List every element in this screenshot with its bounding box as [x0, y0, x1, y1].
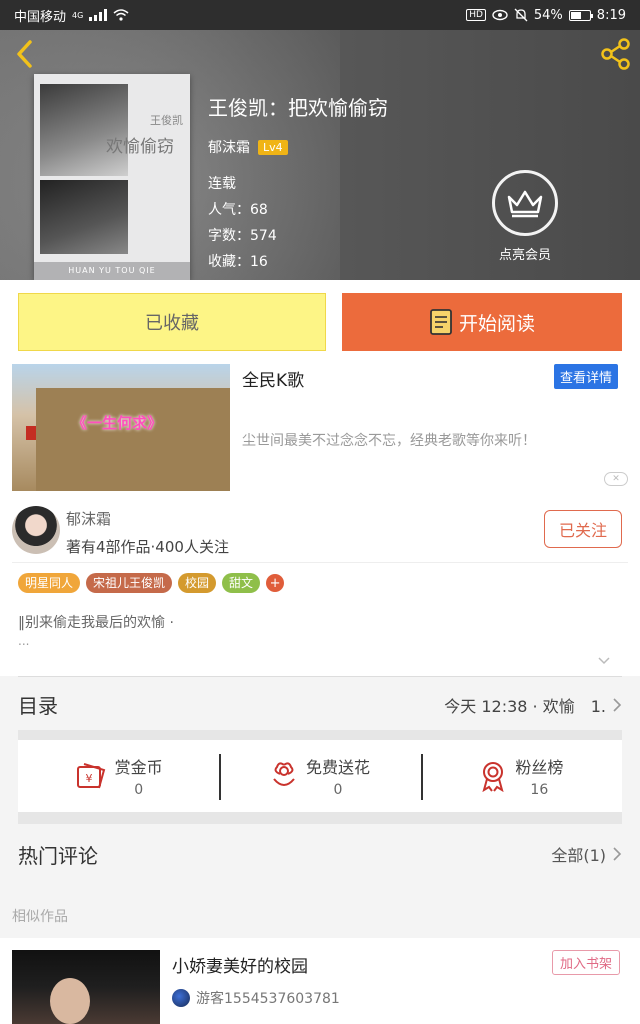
chevron-right-icon	[613, 847, 622, 861]
network-type: 4G	[72, 10, 84, 20]
book-favorites: 收藏：16	[208, 254, 268, 270]
battery-percent: 54%	[533, 7, 563, 23]
ad-description: 尘世间最美不过念念不忘，经典老歌等你来听！	[242, 433, 536, 449]
tag[interactable]: 校园	[178, 573, 217, 593]
hot-comments-row[interactable]: 热门评论 全部(1)	[18, 830, 622, 878]
book-author[interactable]: 郁沫霜	[208, 137, 250, 157]
carrier-name: 中国移动	[14, 9, 67, 25]
chevron-down-icon[interactable]	[598, 656, 610, 666]
share-icon[interactable]	[598, 36, 634, 72]
stat-label: 免费送花	[305, 758, 370, 777]
similar-cover-face	[50, 978, 90, 1024]
book-cover[interactable]: 王俊凯 欢愉偷窃 HUAN YU TOU QIE	[34, 74, 190, 280]
book-popularity: 人气：68	[208, 202, 268, 218]
similar-book-title[interactable]: 小娇妻美好的校园	[172, 952, 308, 977]
book-icon	[430, 309, 452, 335]
author-avatar[interactable]	[12, 506, 60, 554]
book-intro: ‖别来偷走我最后的欢愉 ·	[18, 615, 174, 631]
author-name[interactable]: 郁沫霜	[66, 508, 111, 529]
vip-button[interactable]: 点亮会员	[490, 170, 560, 263]
stat-value: 16	[530, 782, 549, 798]
flower-icon	[273, 762, 295, 786]
stat-label: 赏金币	[114, 758, 163, 777]
start-reading-label: 开始阅读	[458, 312, 535, 335]
comments-all-label: 全部(1)	[551, 846, 606, 865]
chevron-right-icon	[613, 697, 622, 712]
medal-icon	[482, 762, 504, 792]
hd-icon: HD	[466, 9, 486, 21]
crown-icon	[492, 170, 558, 236]
book-info: 王俊凯：把欢愉偷窃 郁沫霜 Lv4 连载 人气：68 字数：574 收藏：16	[208, 92, 388, 275]
ad-image[interactable]: 《一生何求》	[12, 364, 230, 491]
tag[interactable]: 甜文	[222, 573, 261, 593]
user-avatar	[172, 989, 190, 1007]
stat-label: 粉丝榜	[515, 758, 564, 777]
list-item[interactable]: 小娇妻美好的校园 游客1554537603781 加入书架	[0, 938, 640, 1024]
cover-photo-top	[40, 84, 128, 176]
wifi-icon	[113, 9, 129, 21]
cover-author-text: 王俊凯	[150, 114, 183, 127]
mute-bell-icon	[514, 8, 528, 22]
book-title: 王俊凯：把欢愉偷窃	[208, 96, 388, 120]
action-bar: 已收藏 开始阅读	[0, 280, 640, 358]
free-flowers-item[interactable]: 免费送花 0	[219, 740, 420, 812]
cover-photo-bottom	[40, 180, 128, 254]
toc-latest: 今天 12:38 · 欢愉 1.	[444, 693, 622, 717]
signal-icon	[89, 9, 108, 21]
author-card: 郁沫霜 著有4部作品·400人关注 已关注 明星同人 宋祖儿王俊凯 校园 甜文 …	[0, 496, 640, 676]
similar-works-label: 相似作品	[12, 909, 68, 925]
similar-book-username: 游客1554537603781	[196, 991, 340, 1007]
add-to-shelf-button[interactable]: 加入书架	[551, 950, 620, 975]
battery-icon	[568, 9, 593, 21]
eye-icon	[492, 9, 508, 21]
red-envelope-icon: ¥	[76, 763, 105, 789]
reward-coins-item[interactable]: ¥ 赏金币 0	[18, 740, 219, 812]
similar-book-cover[interactable]	[12, 950, 160, 1024]
author-stats: 著有4部作品·400人关注	[66, 538, 229, 556]
tag[interactable]: 宋祖儿王俊凯	[86, 573, 173, 593]
ad-banner[interactable]: 《一生何求》 全民K歌 查看详情 尘世间最美不过念念不忘，经典老歌等你来听！ ✕	[0, 358, 640, 496]
ad-title: 全民K歌	[242, 371, 305, 391]
section-separator	[18, 812, 622, 824]
fan-ranking-item[interactable]: 粉丝榜 16	[420, 740, 622, 812]
comments-title: 热门评论	[18, 843, 98, 868]
vip-label: 点亮会员	[498, 248, 551, 263]
start-reading-button[interactable]: 开始阅读	[342, 293, 622, 351]
ad-image-text: 《一生何求》	[72, 414, 163, 432]
ad-details-button[interactable]: 查看详情	[553, 364, 618, 389]
ad-image-wall	[36, 388, 230, 491]
section-separator	[18, 730, 622, 740]
toc-title: 目录	[18, 694, 58, 718]
interaction-stats: ¥ 赏金币 0 免费送花 0 粉丝榜 16	[18, 740, 622, 812]
status-bar: 中国移动 4G HD 54% 8:19	[0, 0, 640, 30]
add-tag-button[interactable]: +	[266, 574, 285, 592]
divider	[12, 562, 628, 563]
stat-value: 0	[333, 782, 343, 798]
cover-title-text: 欢愉偷窃	[106, 137, 174, 157]
comments-all-link[interactable]: 全部(1)	[551, 842, 622, 866]
book-status: 连载	[208, 176, 236, 192]
ad-image-flag	[26, 426, 36, 440]
cover-pinyin: HUAN YU TOU QIE	[34, 262, 190, 280]
tag[interactable]: 明星同人	[18, 573, 81, 593]
similar-book-user: 游客1554537603781	[172, 988, 340, 1008]
book-word-count: 字数：574	[208, 228, 277, 244]
stat-value: 0	[134, 782, 144, 798]
book-header: 王俊凯 欢愉偷窃 HUAN YU TOU QIE 王俊凯：把欢愉偷窃 郁沫霜 L…	[0, 30, 640, 280]
table-of-contents-row[interactable]: 目录 今天 12:38 · 欢愉 1.	[18, 676, 622, 732]
back-arrow-icon[interactable]	[10, 36, 40, 72]
followed-button[interactable]: 已关注	[544, 510, 622, 548]
author-level-badge: Lv4	[258, 139, 288, 155]
book-author-row: 郁沫霜 Lv4	[208, 137, 388, 157]
toc-latest-chapter: 今天 12:38 · 欢愉 1.	[444, 696, 606, 716]
close-icon[interactable]: ✕	[604, 472, 628, 486]
tag-list: 明星同人 宋祖儿王俊凯 校园 甜文 +	[18, 573, 285, 593]
book-intro-more: ...	[18, 634, 30, 648]
clock: 8:19	[596, 7, 626, 23]
svg-text:¥: ¥	[85, 772, 92, 785]
favorited-button[interactable]: 已收藏	[18, 293, 326, 351]
